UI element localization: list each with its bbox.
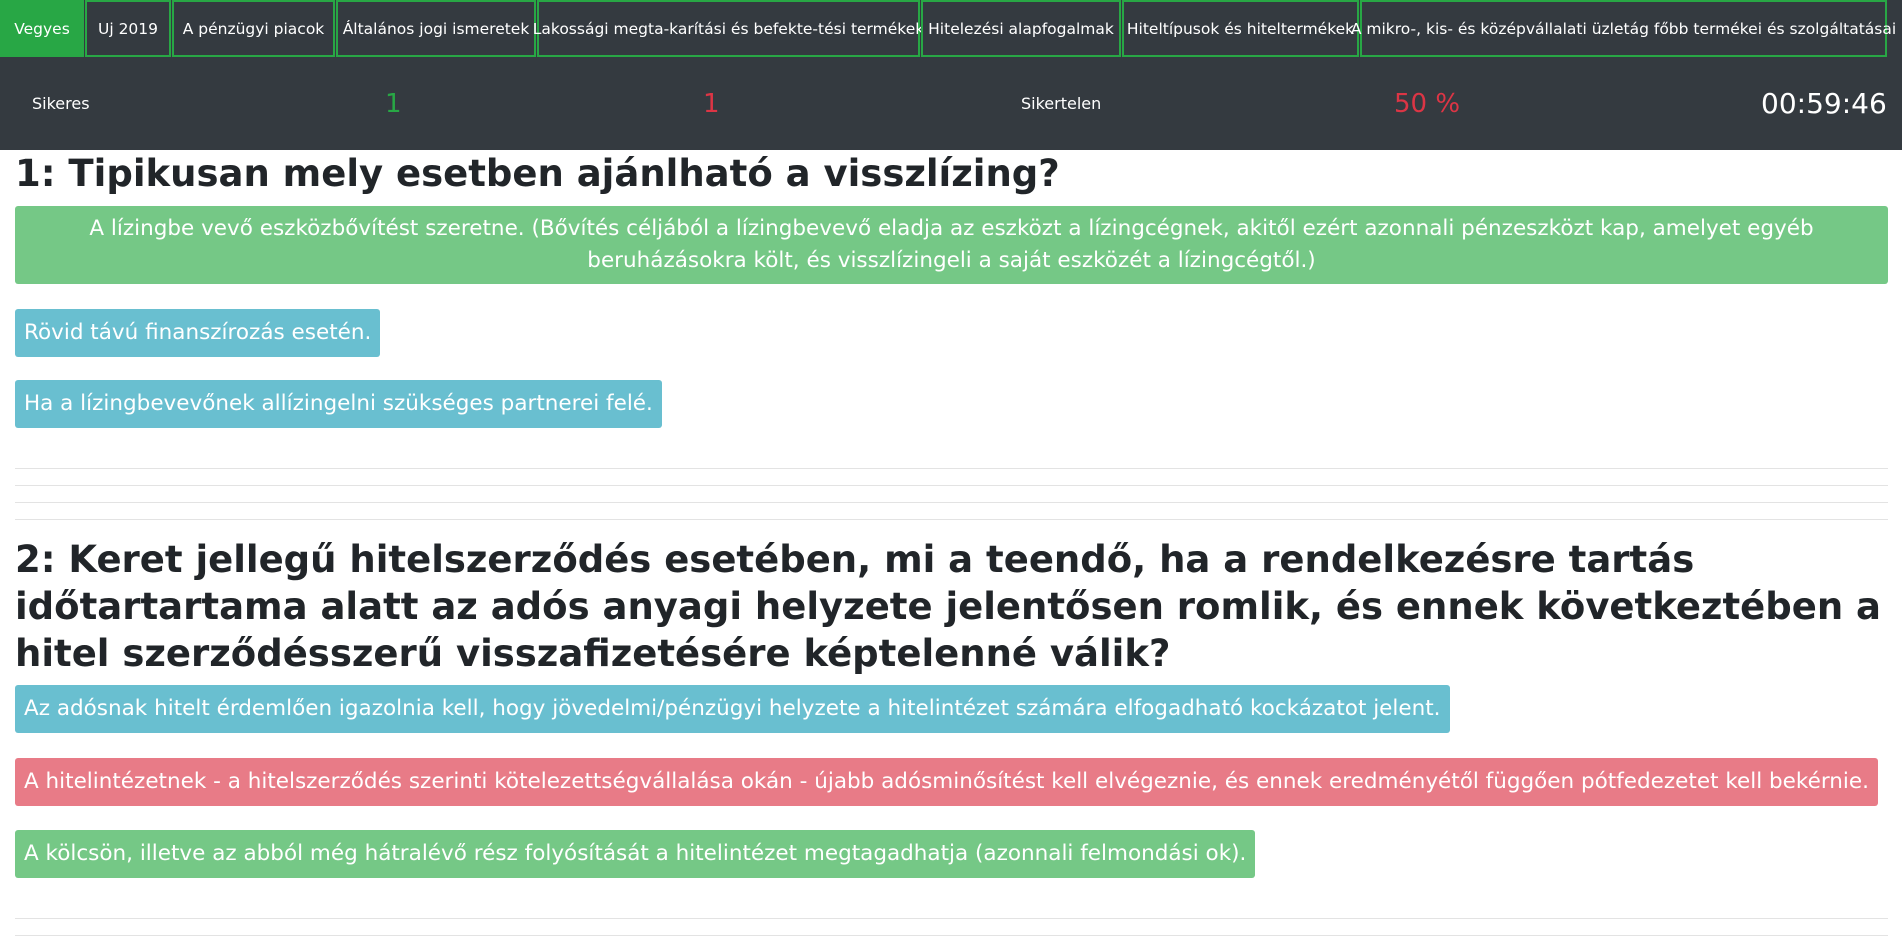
answer-wrong[interactable]: A hitelintézetnek - a hitelszerződés sze… [15, 758, 1878, 806]
category-nav: Vegyes Uj 2019 A pénzügyi piacok Általán… [0, 0, 1902, 57]
answer-correct[interactable]: A kölcsön, illetve az abból még hátralév… [15, 830, 1256, 878]
question-1: 1: Tipikusan mely esetben ajánlható a vi… [15, 150, 1888, 536]
answer-correct[interactable]: A lízingbe vevő eszközbővítést szeretne.… [15, 206, 1888, 284]
question-2: 2: Keret jellegű hitelszerződés esetében… [15, 536, 1888, 952]
answer-option[interactable]: Az adósnak hitelt érdemlően igazolnia ke… [15, 685, 1450, 733]
question-divider [15, 468, 1888, 536]
answer-option[interactable]: Rövid távú finanszírozás esetén. [15, 309, 381, 357]
fail-label: Sikertelen [1021, 94, 1102, 113]
tab-vegyes[interactable]: Vegyes [0, 0, 84, 57]
stats-bar: Sikeres 1 1 Sikertelen 50 % 00:59:46 [0, 57, 1902, 150]
answer-option[interactable]: Ha a lízingbevevőnek allízingelni szüksé… [15, 380, 662, 428]
tab-mkkv-termekek[interactable]: A mikro-, kis- és középvállalati üzletág… [1351, 0, 1896, 57]
tab-lakossagi-megtakaritasi[interactable]: Lakossági megta-karítási és befekte-tési… [533, 0, 924, 57]
tab-hitelezesi-alapfogalmak[interactable]: Hitelezési alapfogalmak [921, 0, 1121, 57]
success-percent: 50 % [1394, 88, 1461, 119]
questions-list: 1: Tipikusan mely esetben ajánlható a vi… [15, 150, 1888, 952]
tab-hiteltipusok[interactable]: Hiteltípusok és hiteltermékek [1122, 0, 1359, 57]
question-divider [15, 918, 1888, 952]
tab-altalanos-jogi-ismeretek[interactable]: Általános jogi ismeretek [336, 0, 536, 57]
success-count: 1 [385, 88, 402, 119]
fail-count: 1 [703, 88, 720, 119]
question-title: 2: Keret jellegű hitelszerződés esetében… [15, 538, 1882, 675]
tab-uj-2019[interactable]: Uj 2019 [85, 0, 171, 57]
tab-penzugyi-piacok[interactable]: A pénzügyi piacok [172, 0, 335, 57]
success-label: Sikeres [32, 94, 90, 113]
timer: 00:59:46 [1761, 87, 1887, 120]
question-title: 1: Tipikusan mely esetben ajánlható a vi… [15, 152, 1060, 195]
